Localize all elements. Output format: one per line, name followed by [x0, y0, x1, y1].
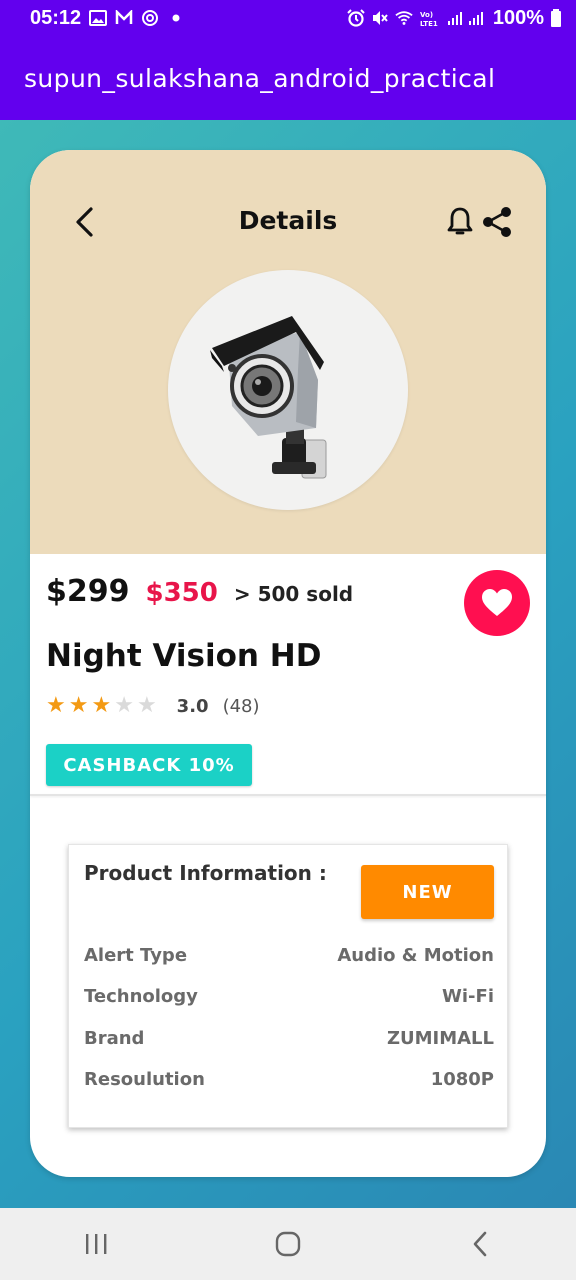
alarm-icon: [347, 9, 365, 27]
cashback-button[interactable]: CASHBACK 10%: [46, 744, 252, 786]
mail-icon: [115, 9, 133, 27]
mute-icon: [371, 9, 389, 27]
new-badge-button[interactable]: NEW: [361, 865, 494, 919]
status-left: 05:12: [30, 7, 185, 30]
info-label: Resoulution: [84, 1069, 205, 1090]
star-empty-icon: ★: [114, 693, 134, 718]
battery-icon: [550, 9, 562, 27]
info-row-technology: Technology Wi-Fi: [84, 986, 494, 1007]
system-nav-bar: [0, 1208, 576, 1280]
rating-stars: ★ ★ ★ ★ ★: [46, 694, 157, 718]
share-icon: [483, 207, 511, 237]
info-label: Brand: [84, 1028, 145, 1049]
rating-value: 3.0: [176, 695, 209, 717]
info-row-alert-type: Alert Type Audio & Motion: [84, 945, 494, 966]
sold-count: > 500 sold: [233, 582, 354, 606]
star-filled-icon: ★: [46, 693, 66, 718]
content-area: Details $299 $350 > 500 sold Night Visio…: [0, 120, 576, 1208]
product-info-panel: Product Information : NEW Alert Type Aud…: [68, 844, 508, 1128]
info-value: Audio & Motion: [337, 945, 494, 966]
notification-button[interactable]: [446, 206, 474, 238]
product-hero: Details: [30, 150, 546, 554]
favorite-button[interactable]: [464, 570, 530, 636]
info-row-resolution: Resoulution 1080P: [84, 1069, 494, 1090]
share-button[interactable]: [480, 205, 514, 239]
signal-icon: [447, 9, 487, 27]
gallery-icon: [89, 9, 108, 27]
recent-apps-icon: [86, 1234, 107, 1254]
info-value: ZUMIMALL: [386, 1028, 494, 1049]
price-row: $299 $350 > 500 sold: [46, 574, 353, 609]
info-row-brand: Brand ZUMIMALL: [84, 1028, 494, 1049]
star-empty-icon: ★: [136, 693, 157, 718]
heart-icon: [482, 589, 512, 616]
recent-apps-button[interactable]: [56, 1208, 136, 1280]
product-name: Night Vision HD: [46, 638, 322, 674]
status-bar: 05:12 Vo) LTE1 100%: [0, 0, 576, 36]
back-nav-button[interactable]: [440, 1208, 520, 1280]
info-value: Wi-Fi: [442, 986, 494, 1007]
svg-text:LTE1: LTE1: [420, 20, 438, 27]
battery-percent: 100%: [492, 6, 544, 29]
volte-icon: Vo) LTE1: [419, 9, 441, 27]
dot-icon: [167, 9, 185, 27]
svg-text:Vo): Vo): [420, 11, 433, 19]
status-time: 05:12: [30, 6, 82, 29]
info-label: Alert Type: [84, 945, 188, 966]
info-value: 1080P: [430, 1069, 494, 1090]
security-camera-image: [210, 316, 327, 479]
app-bar: supun_sulakshana_android_practical: [0, 36, 576, 120]
current-price: $299: [46, 574, 130, 609]
sync-icon: [141, 9, 159, 27]
home-icon: [275, 1231, 301, 1257]
rating-row: ★ ★ ★ ★ ★ 3.0 (48): [46, 694, 260, 718]
app-title: supun_sulakshana_android_practical: [24, 63, 496, 93]
bell-icon: [447, 207, 473, 235]
star-filled-icon: ★: [68, 693, 89, 718]
product-image-frame: [168, 270, 408, 510]
product-card: Details $299 $350 > 500 sold Night Visio…: [30, 150, 546, 1177]
product-info-heading: Product Information :: [84, 861, 327, 885]
original-price: $350: [145, 578, 218, 608]
home-button[interactable]: [248, 1208, 328, 1280]
section-divider: [30, 794, 546, 796]
status-right: Vo) LTE1 100%: [347, 7, 562, 30]
wifi-icon: [395, 9, 413, 27]
back-nav-icon: [473, 1231, 487, 1257]
info-label: Technology: [84, 986, 198, 1007]
review-count: (48): [222, 695, 260, 717]
star-filled-icon: ★: [91, 693, 112, 718]
